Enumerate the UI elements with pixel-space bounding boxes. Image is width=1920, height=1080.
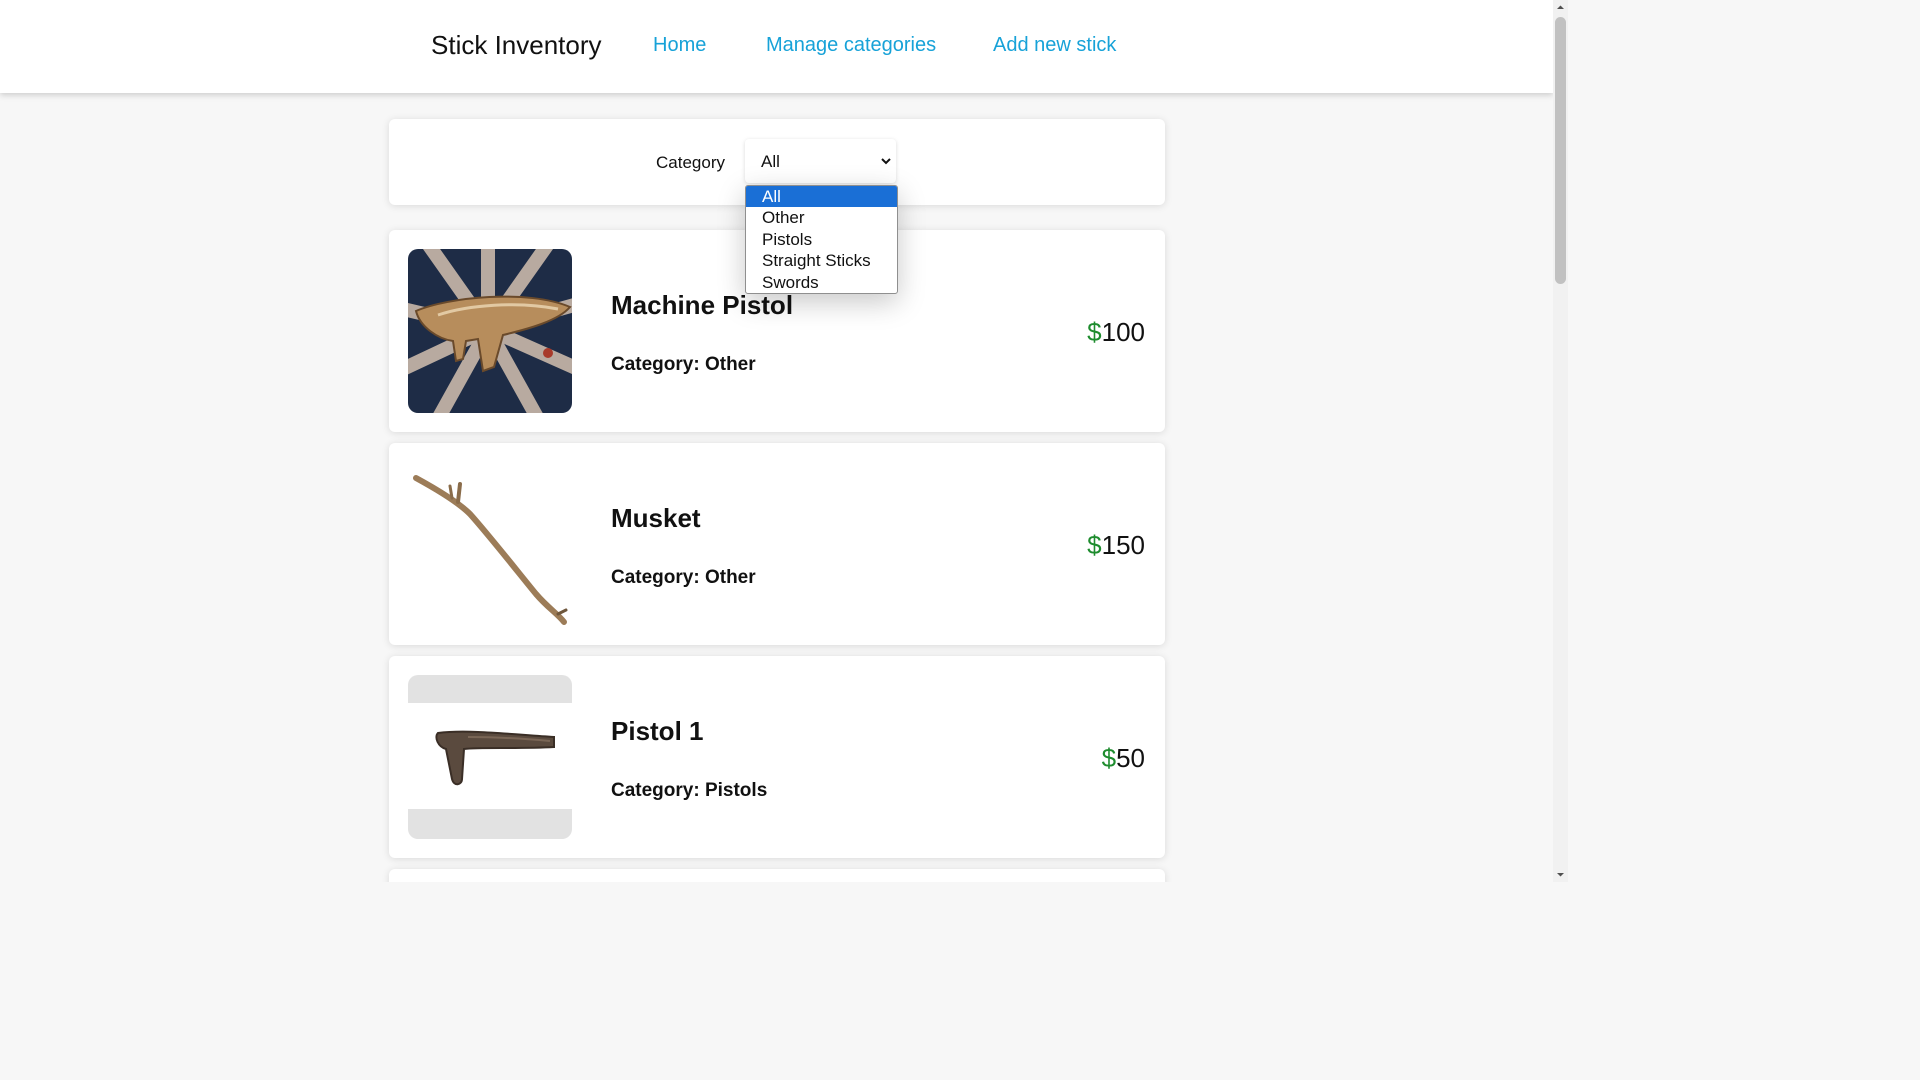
dropdown-option-straight-sticks[interactable]: Straight Sticks: [746, 250, 897, 271]
stick-card[interactable]: [389, 869, 1165, 882]
stick-category: Category: Pistols: [611, 780, 768, 801]
stick-photo: [408, 675, 572, 839]
scroll-down-arrow-icon[interactable]: [1553, 867, 1568, 882]
chevron-down-icon: [881, 158, 891, 165]
nav-manage-categories-link[interactable]: Manage categories: [766, 34, 936, 57]
category-filter-label: Category: [656, 153, 725, 172]
stick-photo: [408, 249, 572, 413]
nav-add-new-stick-link[interactable]: Add new stick: [993, 34, 1116, 57]
page-viewport: Stick Inventory Home Manage categories A…: [0, 0, 1553, 882]
nav-home-link[interactable]: Home: [653, 34, 706, 57]
dropdown-option-swords[interactable]: Swords: [746, 272, 897, 293]
vertical-scrollbar[interactable]: [1553, 0, 1568, 882]
price-value: 100: [1101, 317, 1145, 347]
stick-photo: [408, 462, 572, 626]
stick-name: Pistol 1: [611, 716, 704, 746]
dollar-sign: $: [1087, 530, 1102, 560]
stick-category: Category: Other: [611, 567, 756, 588]
stick-category: Category: Other: [611, 354, 756, 375]
stick-name: Musket: [611, 503, 701, 533]
category-select-value: All: [761, 152, 780, 171]
stick-card[interactable]: Pistol 1 Category: Pistols $50: [389, 656, 1165, 858]
price-value: 150: [1101, 530, 1145, 560]
stick-price: $100: [1087, 317, 1145, 348]
scrollbar-thumb[interactable]: [1555, 17, 1566, 284]
scroll-up-arrow-icon[interactable]: [1553, 0, 1568, 15]
category-dropdown-list: All Other Pistols Straight Sticks Swords: [745, 185, 898, 294]
stick-card[interactable]: Musket Category: Other $150: [389, 443, 1165, 645]
stick-price: $50: [1102, 743, 1145, 774]
category-select[interactable]: All: [745, 139, 896, 183]
top-navbar: Stick Inventory Home Manage categories A…: [0, 0, 1553, 93]
stick-price: $150: [1087, 530, 1145, 561]
dollar-sign: $: [1101, 743, 1117, 773]
stick-name: Machine Pistol: [611, 290, 794, 320]
dollar-sign: $: [1087, 317, 1102, 347]
price-value: 50: [1116, 743, 1145, 773]
dropdown-option-all[interactable]: All: [746, 186, 897, 208]
dropdown-option-other[interactable]: Other: [746, 207, 897, 228]
brand-title[interactable]: Stick Inventory: [431, 30, 602, 61]
dropdown-option-pistols[interactable]: Pistols: [746, 229, 897, 250]
